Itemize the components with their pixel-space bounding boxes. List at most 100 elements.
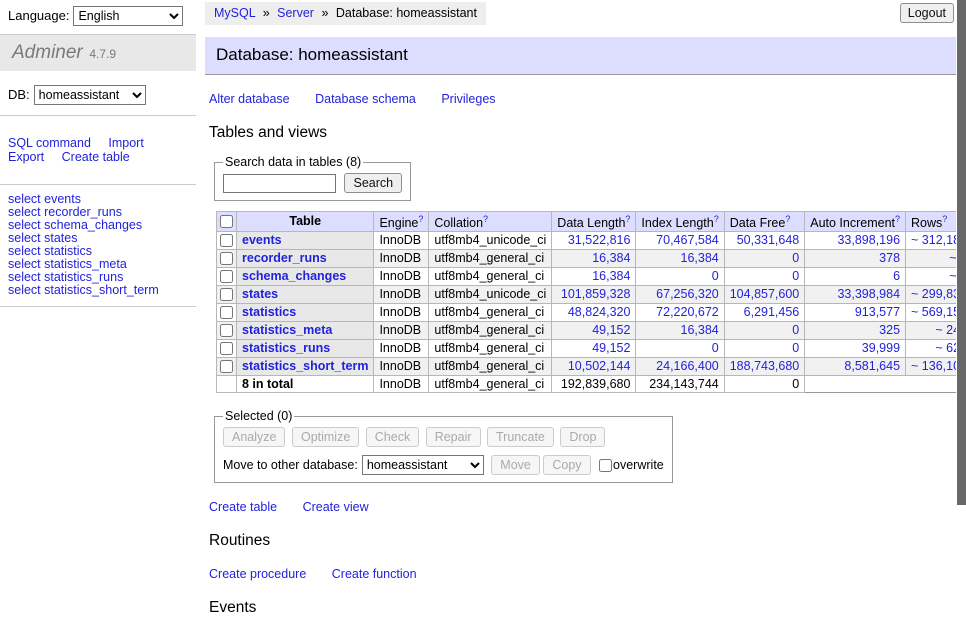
help-link[interactable]: ? [714,214,719,224]
row-checkbox[interactable] [220,360,233,373]
sidebar: Language:English Adminer 4.7.9 DB:homeas… [0,0,196,617]
adminer-brand-block: Adminer 4.7.9 [0,34,196,71]
privileges-link[interactable]: Privileges [441,92,495,106]
select-all-checkbox[interactable] [220,215,233,228]
sidebar-divider [0,306,196,307]
overwrite-option[interactable]: overwrite [598,458,664,472]
database-schema-link[interactable]: Database schema [315,92,416,106]
page: Language:English Adminer 4.7.9 DB:homeas… [0,0,956,617]
repair-button[interactable]: Repair [426,427,481,447]
engine-cell: InnoDB [374,304,429,322]
vertical-scrollbar[interactable] [956,0,966,543]
engine-cell: InnoDB [374,358,429,376]
help-superscript: ? [942,214,947,225]
breadcrumb-link-mysql[interactable]: MySQL [214,6,255,20]
selected-buttons-row: Analyze Optimize Check Repair Truncate D… [223,427,664,447]
selected-legend: Selected (0) [223,409,294,423]
row-checkbox[interactable] [220,270,233,283]
total-engine-cell: InnoDB [374,376,429,393]
truncate-button[interactable]: Truncate [487,427,554,447]
index-length-cell: 67,256,320 [636,286,724,304]
help-link[interactable]: ? [625,214,630,224]
table-name-cell: states [237,286,374,304]
data-length-cell: 49,152 [552,340,636,358]
help-link[interactable]: ? [895,214,900,224]
table-row: statistics_short_termInnoDButf8mb4_gener… [217,358,966,376]
table-name-link[interactable]: recorder_runs [242,251,327,265]
move-button[interactable]: Move [491,455,540,475]
db-row: DB: homeassistant [0,71,196,115]
language-select[interactable]: English [73,6,183,26]
total-label-cell: 8 in total [237,376,374,393]
search-input[interactable] [223,174,336,193]
create-table-link[interactable]: Create table [62,150,130,164]
overwrite-checkbox[interactable] [599,459,612,472]
table-name-cell: recorder_runs [237,250,374,268]
table-row: statistics_runsInnoDButf8mb4_general_ci4… [217,340,966,358]
row-checkbox[interactable] [220,252,233,265]
analyze-button[interactable]: Analyze [223,427,285,447]
table-name-link[interactable]: statistics_short_term [242,359,368,373]
row-checkbox[interactable] [220,234,233,247]
create-links-row: Create table Create view [209,500,966,514]
table-row: statistics_metaInnoDButf8mb4_general_ci4… [217,322,966,340]
table-name-link[interactable]: schema_changes [242,269,346,283]
row-checkbox-cell [217,304,237,322]
create-view-link[interactable]: Create view [303,500,369,514]
help-link[interactable]: ? [483,214,488,224]
help-link[interactable]: ? [418,214,423,224]
help-link[interactable]: ? [785,214,790,224]
drop-button[interactable]: Drop [560,427,605,447]
sidebar-item-select-statistics-short-term[interactable]: select statistics_short_term [8,284,196,297]
check-button[interactable]: Check [366,427,419,447]
auto-increment-cell: 325 [805,322,906,340]
create-table-link[interactable]: Create table [209,500,277,514]
total-row: 8 in totalInnoDButf8mb4_general_ci192,83… [217,376,966,393]
col-header-label: Rows [911,216,942,230]
data-free-cell: 0 [724,322,805,340]
logout-button[interactable]: Logout [900,3,954,23]
import-link[interactable]: Import [108,136,143,150]
index-length-cell: 72,220,672 [636,304,724,322]
engine-cell: InnoDB [374,250,429,268]
row-checkbox[interactable] [220,306,233,319]
row-checkbox-cell [217,322,237,340]
row-checkbox[interactable] [220,342,233,355]
data-free-cell: 50,331,648 [724,232,805,250]
move-db-select[interactable]: homeassistant [362,455,484,475]
db-select[interactable]: homeassistant [34,85,146,105]
copy-button[interactable]: Copy [543,455,590,475]
table-row: statisticsInnoDButf8mb4_general_ci48,824… [217,304,966,322]
table-name-link[interactable]: states [242,287,278,301]
row-checkbox[interactable] [220,324,233,337]
scrollbar-thumb[interactable] [957,0,966,505]
table-name-link[interactable]: events [242,233,282,247]
row-checkbox[interactable] [220,288,233,301]
breadcrumb-link-server[interactable]: Server [277,6,314,20]
col-header-label: Collation [434,216,483,230]
data-free-cell: 104,857,600 [724,286,805,304]
select-all-cell [217,212,237,232]
export-link[interactable]: Export [8,150,44,164]
header-row: TableEngine?Collation?Data Length?Index … [217,212,966,232]
db-label: DB: [8,87,30,102]
table-name-link[interactable]: statistics_runs [242,341,330,355]
create-function-link[interactable]: Create function [332,567,417,581]
optimize-button[interactable]: Optimize [292,427,359,447]
index-length-cell: 16,384 [636,322,724,340]
help-link[interactable]: ? [942,214,947,224]
search-button[interactable]: Search [344,173,402,193]
create-procedure-link[interactable]: Create procedure [209,567,306,581]
sql-command-link[interactable]: SQL command [8,136,91,150]
alter-database-link[interactable]: Alter database [209,92,290,106]
search-legend: Search data in tables (8) [223,155,363,169]
table-row: recorder_runsInnoDButf8mb4_general_ci16,… [217,250,966,268]
index-length-cell: 24,166,400 [636,358,724,376]
collation-cell: utf8mb4_unicode_ci [429,286,552,304]
tables-table: TableEngine?Collation?Data Length?Index … [216,211,966,393]
table-name-cell: statistics_runs [237,340,374,358]
data-length-cell: 49,152 [552,322,636,340]
help-superscript: ? [785,214,790,225]
table-name-link[interactable]: statistics_meta [242,323,332,337]
table-name-link[interactable]: statistics [242,305,296,319]
